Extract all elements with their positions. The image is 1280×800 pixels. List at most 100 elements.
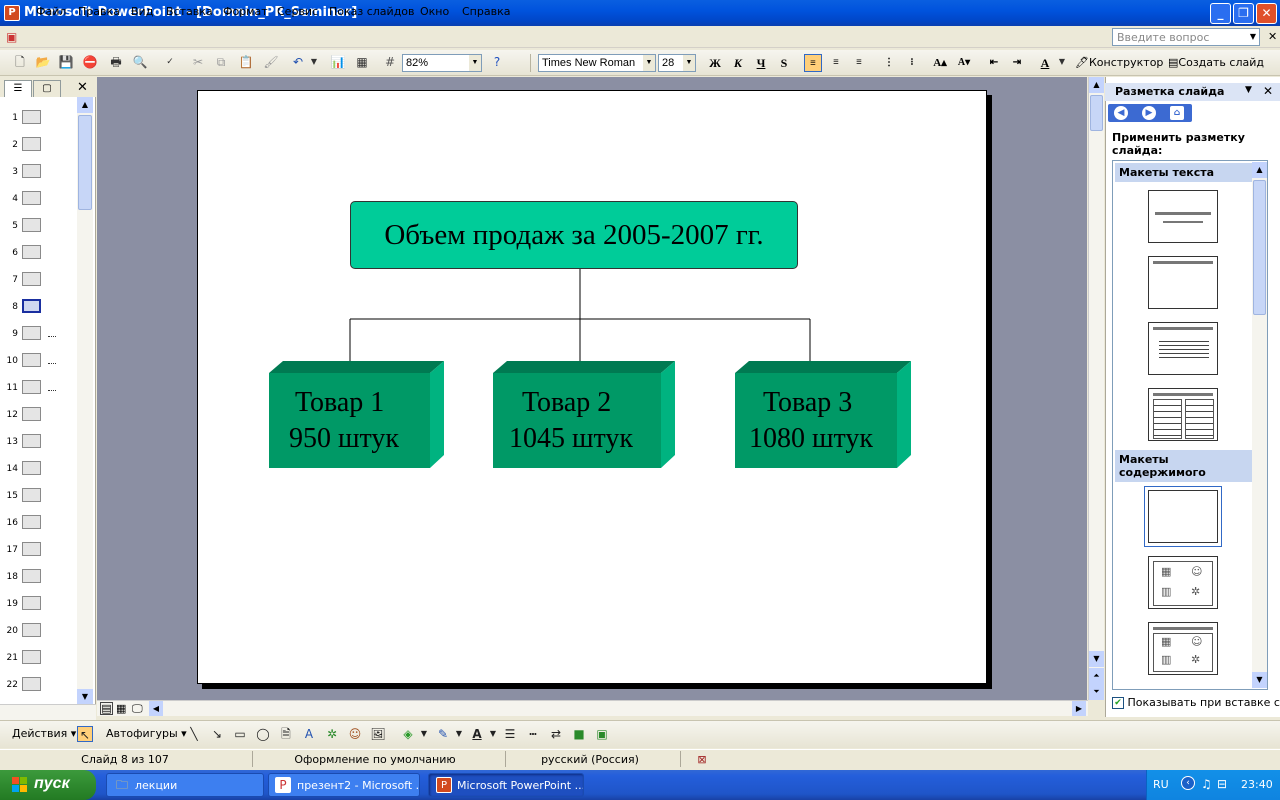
slide-thumbnail[interactable] (22, 515, 41, 529)
print-preview-icon[interactable]: 🔍 (132, 54, 148, 70)
menu-slideshow[interactable]: Показ слайдов (329, 5, 415, 18)
checkbox-checked-icon[interactable]: ✔ (1112, 697, 1124, 709)
slide-hscrollbar[interactable]: ▤ ▦ 🖵 ◀ ▶ (97, 700, 1088, 716)
scroll-up-icon[interactable]: ▲ (77, 97, 93, 113)
zoom-dropdown-icon[interactable]: ▼ (469, 55, 481, 71)
task-pane-menu-icon[interactable]: ▼ (1245, 85, 1252, 95)
font-color-icon[interactable]: A (1036, 54, 1054, 72)
insert-chart-icon[interactable]: 📊 (330, 54, 346, 70)
clipart-insert-icon[interactable]: ☺ (347, 726, 363, 742)
slide-thumbnail[interactable] (22, 326, 41, 340)
slideshow-icon[interactable]: 🖵 (132, 702, 143, 716)
slide-thumbnail[interactable] (22, 434, 41, 448)
forward-icon[interactable]: ▶ (1142, 106, 1156, 120)
line-style-icon[interactable]: ☰ (502, 726, 518, 742)
slide-thumbnail[interactable] (22, 677, 41, 691)
align-right-icon[interactable]: ≡ (850, 54, 868, 72)
shadow-style-icon[interactable]: ■ (571, 726, 587, 742)
layout-two-columns[interactable] (1148, 388, 1218, 441)
new-icon[interactable]: 🗋 (12, 54, 28, 70)
font-dropdown-icon[interactable]: ▼ (643, 55, 655, 71)
slide-thumbnail[interactable] (22, 407, 41, 421)
shadow-button[interactable]: S (775, 54, 793, 72)
back-icon[interactable]: ◀ (1114, 106, 1128, 120)
layout-title-content[interactable]: ▦ ☺ ▥ ✲ (1148, 622, 1218, 675)
cut-icon[interactable]: ✂ (190, 54, 206, 70)
align-center-icon[interactable]: ≡ (827, 54, 845, 72)
help-question-input[interactable]: Введите вопрос (1112, 28, 1260, 46)
slide-thumbnail[interactable] (22, 272, 41, 286)
next-slide-icon[interactable]: ⏷ (1089, 684, 1104, 700)
layout-title-text[interactable] (1148, 322, 1218, 375)
help-icon[interactable]: ? (489, 54, 505, 70)
layout-scrollbar[interactable]: ▲ ▼ (1252, 162, 1267, 688)
draw-font-color-dropdown-icon[interactable]: ▼ (485, 726, 501, 742)
previous-slide-icon[interactable]: ⏶ (1089, 668, 1104, 684)
slide-thumbnail[interactable] (22, 191, 41, 205)
scroll-down-icon[interactable]: ▼ (77, 689, 93, 705)
menu-tools[interactable]: Сервис (277, 5, 318, 18)
scroll-left-icon[interactable]: ◀ (149, 701, 163, 716)
layout-title-slide[interactable] (1148, 190, 1218, 243)
home-icon[interactable]: ⌂ (1170, 106, 1184, 120)
spelling-icon[interactable]: ✓ (162, 54, 178, 70)
tray-arrow-icon[interactable]: ‹ (1181, 776, 1195, 790)
normal-view-icon[interactable]: ▤ (100, 702, 113, 715)
menu-help[interactable]: Справка (462, 5, 510, 18)
scroll-down-icon[interactable]: ▼ (1252, 672, 1267, 688)
textbox-icon[interactable]: 🗎 (278, 726, 294, 742)
print-icon[interactable]: 🖶 (108, 54, 124, 70)
task-pane-close-icon[interactable]: ✕ (1263, 84, 1273, 98)
slides-scrollbar[interactable]: ▲ ▼ (77, 97, 93, 705)
scroll-thumb[interactable] (1253, 180, 1266, 315)
slide-thumbnail[interactable] (22, 245, 41, 259)
permission-icon[interactable]: ⛔ (82, 54, 98, 70)
wordart-icon[interactable]: A (301, 726, 317, 742)
powerpoint-app-icon[interactable]: P (4, 5, 20, 21)
slide-vscrollbar[interactable]: ▲ ▼ ⏶ ⏷ (1088, 77, 1104, 700)
font-combo[interactable]: Times New Roman ▼ (538, 54, 656, 72)
actions-menu[interactable]: Действия ▾ (12, 727, 76, 740)
layout-content[interactable]: ▦ ☺ ▥ ✲ (1148, 556, 1218, 609)
menu-window[interactable]: Окно (420, 5, 449, 18)
close-icon[interactable]: ✕ (1256, 3, 1277, 24)
line-color-icon[interactable]: ✎ (435, 726, 451, 742)
grid-icon[interactable]: # (382, 54, 398, 70)
slide-canvas[interactable]: Объем продаж за 2005-2007 гг. Товар 1 95… (197, 90, 987, 684)
scroll-up-icon[interactable]: ▲ (1089, 77, 1104, 93)
slide-thumbnail[interactable] (22, 488, 41, 502)
layout-blank[interactable] (1148, 490, 1218, 543)
scroll-thumb[interactable] (1090, 95, 1103, 131)
decrease-indent-icon[interactable]: ⇤ (985, 54, 1003, 72)
increase-indent-icon[interactable]: ⇥ (1008, 54, 1026, 72)
product-box-3[interactable]: Товар 3 1080 штук (735, 373, 897, 468)
slide-thumbnail[interactable] (22, 569, 41, 583)
arrow-icon[interactable]: ↘ (209, 726, 225, 742)
zoom-combo[interactable]: 82% ▼ (402, 54, 482, 72)
spelling-status-icon[interactable]: ⊠ (690, 753, 714, 766)
pane-close-icon[interactable]: ✕ (77, 80, 88, 95)
slide-thumbnail[interactable] (22, 542, 41, 556)
italic-button[interactable]: К (729, 54, 747, 72)
undo-icon[interactable]: ↶ (290, 54, 306, 70)
scroll-right-icon[interactable]: ▶ (1072, 701, 1086, 716)
scroll-up-icon[interactable]: ▲ (1252, 162, 1267, 178)
bullets-icon[interactable]: ⁝ (903, 54, 921, 72)
show-on-insert-checkbox[interactable]: ✔ Показывать при вставке слайдов (1112, 696, 1280, 712)
slide-thumbnail[interactable] (22, 218, 41, 232)
fill-color-dropdown-icon[interactable]: ▼ (416, 726, 432, 742)
designer-button[interactable]: 🖊Конструктор (1075, 56, 1163, 69)
menu-edit[interactable]: Правка (78, 5, 120, 18)
line-color-dropdown-icon[interactable]: ▼ (451, 726, 467, 742)
align-left-icon[interactable]: ≡ (804, 54, 822, 72)
help-dropdown-icon[interactable]: ▼ (1247, 29, 1259, 45)
scroll-thumb[interactable] (78, 115, 92, 210)
menu-insert[interactable]: Вставка (166, 5, 213, 18)
network-icon[interactable]: ⊟ (1217, 777, 1227, 791)
document-close-icon[interactable]: ✕ (1268, 30, 1277, 43)
dash-style-icon[interactable]: ┅ (525, 726, 541, 742)
slide-thumbnail[interactable] (22, 380, 41, 394)
slide-thumbnail[interactable] (22, 353, 41, 367)
maximize-icon[interactable]: ❐ (1233, 3, 1254, 24)
paste-icon[interactable]: 📋 (238, 54, 254, 70)
